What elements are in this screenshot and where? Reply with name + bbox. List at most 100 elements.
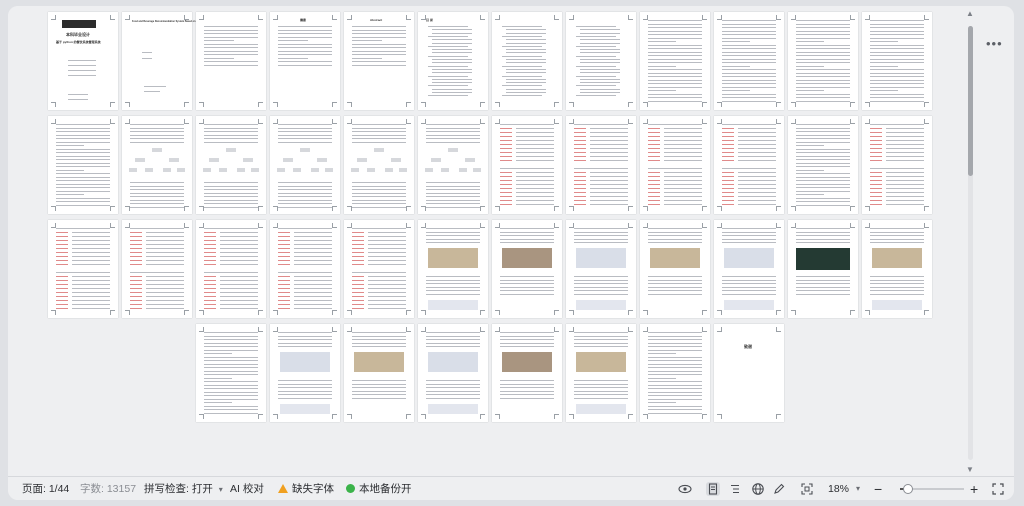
missing-fonts-button[interactable]: 缺失字体 <box>278 477 334 500</box>
page-thumbnail[interactable]: Food and Beverage Recommendation System … <box>122 12 204 110</box>
document-multi-page-view[interactable]: 本科毕业设计 基于 python 的餐饮系统管理系统 Food and Bevera… <box>8 6 958 476</box>
page-thumbnail[interactable] <box>344 116 414 214</box>
text-line <box>506 92 546 93</box>
page-thumbnail[interactable] <box>862 12 932 110</box>
text-line <box>56 197 110 199</box>
page-thumbnail[interactable] <box>492 116 562 214</box>
zoom-level[interactable]: 18% <box>828 477 849 500</box>
page-thumbnail[interactable] <box>640 220 710 318</box>
page-thumbnail[interactable] <box>196 324 266 422</box>
page-thumbnail[interactable] <box>566 12 636 110</box>
page-thumbnail[interactable] <box>640 12 710 110</box>
crop-mark <box>347 102 352 107</box>
text-line <box>368 260 406 261</box>
page-thumbnail[interactable] <box>492 220 562 318</box>
scroll-thumb[interactable] <box>968 26 973 176</box>
page-thumbnail[interactable] <box>566 220 636 318</box>
vertical-scrollbar[interactable]: ▲ ▼ <box>964 6 978 476</box>
zoom-dropdown-icon[interactable]: ▾ <box>856 477 860 500</box>
page-thumbnail[interactable] <box>492 12 562 110</box>
eye-icon[interactable] <box>678 482 692 496</box>
page-thumbnail[interactable] <box>714 220 784 318</box>
text-line <box>796 93 850 95</box>
text-line <box>590 152 628 153</box>
outline-icon[interactable] <box>728 482 742 496</box>
text-line <box>68 99 88 100</box>
fullscreen-icon[interactable] <box>991 482 1005 496</box>
page-thumbnail[interactable] <box>48 220 118 318</box>
page-thumbnail[interactable] <box>418 220 488 318</box>
scroll-down-arrow[interactable]: ▼ <box>966 466 974 474</box>
text-line <box>130 260 142 261</box>
text-line <box>56 236 68 237</box>
globe-icon[interactable] <box>751 482 765 496</box>
page-thumbnail[interactable] <box>196 12 266 110</box>
page-thumbnail[interactable] <box>640 116 710 214</box>
page-thumbnail[interactable] <box>788 116 858 214</box>
page-thumbnail[interactable] <box>270 116 340 214</box>
text-line <box>580 68 620 70</box>
zoom-slider-knob[interactable] <box>903 484 913 494</box>
page-thumbnail[interactable] <box>788 220 858 318</box>
spell-check-toggle[interactable]: 拼写检查: 打开 ▾ <box>144 477 223 500</box>
page-view-icon[interactable] <box>706 482 720 496</box>
page-thumbnail[interactable] <box>566 324 636 422</box>
crop-mark <box>643 206 648 211</box>
text-line <box>368 240 406 241</box>
zoom-out-button[interactable]: − <box>874 477 882 500</box>
more-icon[interactable]: ••• <box>986 36 1003 51</box>
text-line <box>574 188 586 189</box>
page-thumbnail[interactable]: 目 录 <box>418 12 488 110</box>
text-line <box>352 228 406 229</box>
page-thumbnail[interactable]: Abstract <box>344 12 414 110</box>
zoom-slider[interactable] <box>900 484 964 494</box>
page-thumbnail[interactable] <box>196 220 266 318</box>
page-thumbnail[interactable] <box>862 116 932 214</box>
page-thumbnail[interactable] <box>122 220 192 318</box>
page-thumbnail[interactable] <box>270 220 340 318</box>
page-thumbnail[interactable] <box>418 324 488 422</box>
text-line <box>574 140 586 141</box>
text-line <box>796 201 850 202</box>
pen-icon[interactable] <box>772 482 786 496</box>
page-thumbnail[interactable] <box>270 324 340 422</box>
crop-mark <box>554 223 559 228</box>
page-thumbnail[interactable] <box>344 220 414 318</box>
text-line <box>146 240 184 241</box>
text-line <box>870 83 924 84</box>
page-thumbnail[interactable] <box>640 324 710 422</box>
page-thumbnail[interactable] <box>566 116 636 214</box>
page-thumbnail[interactable] <box>714 116 784 214</box>
page-thumbnail[interactable] <box>344 324 414 422</box>
crop-mark <box>258 102 263 107</box>
text-line <box>278 256 290 257</box>
text-line <box>590 172 628 173</box>
page-thumbnail[interactable] <box>788 12 858 110</box>
text-line <box>500 172 512 173</box>
page-thumbnail[interactable] <box>122 116 192 214</box>
text-line <box>204 308 216 309</box>
text-line <box>352 124 406 125</box>
page-thumbnail[interactable]: 摘要 <box>270 12 340 110</box>
page-thumbnail[interactable] <box>418 116 488 214</box>
page-thumbnail[interactable] <box>196 116 266 214</box>
page-thumbnail[interactable]: 本科毕业设计 基于 python 的餐饮系统管理系统 <box>48 12 118 110</box>
page-indicator[interactable]: 页面: 1/44 <box>22 477 69 500</box>
fit-page-icon[interactable] <box>800 482 814 496</box>
text-line <box>870 279 924 281</box>
local-backup-button[interactable]: 本地备份开 <box>346 477 412 500</box>
page-thumbnail[interactable] <box>492 324 562 422</box>
ai-proofread-button[interactable]: AI 校对 <box>230 477 264 500</box>
zoom-in-button[interactable]: + <box>970 477 978 500</box>
text-line <box>204 127 258 129</box>
text-line <box>426 206 480 208</box>
text-line <box>738 200 776 201</box>
page-thumbnail[interactable] <box>862 220 932 318</box>
page-thumbnail[interactable] <box>48 116 118 214</box>
page-thumbnail[interactable]: 致谢 <box>714 324 784 422</box>
text-line <box>574 339 628 340</box>
text-line <box>648 346 702 347</box>
scroll-up-arrow[interactable]: ▲ <box>966 10 974 18</box>
word-count[interactable]: 字数: 13157 <box>80 477 136 500</box>
page-thumbnail[interactable] <box>714 12 784 110</box>
